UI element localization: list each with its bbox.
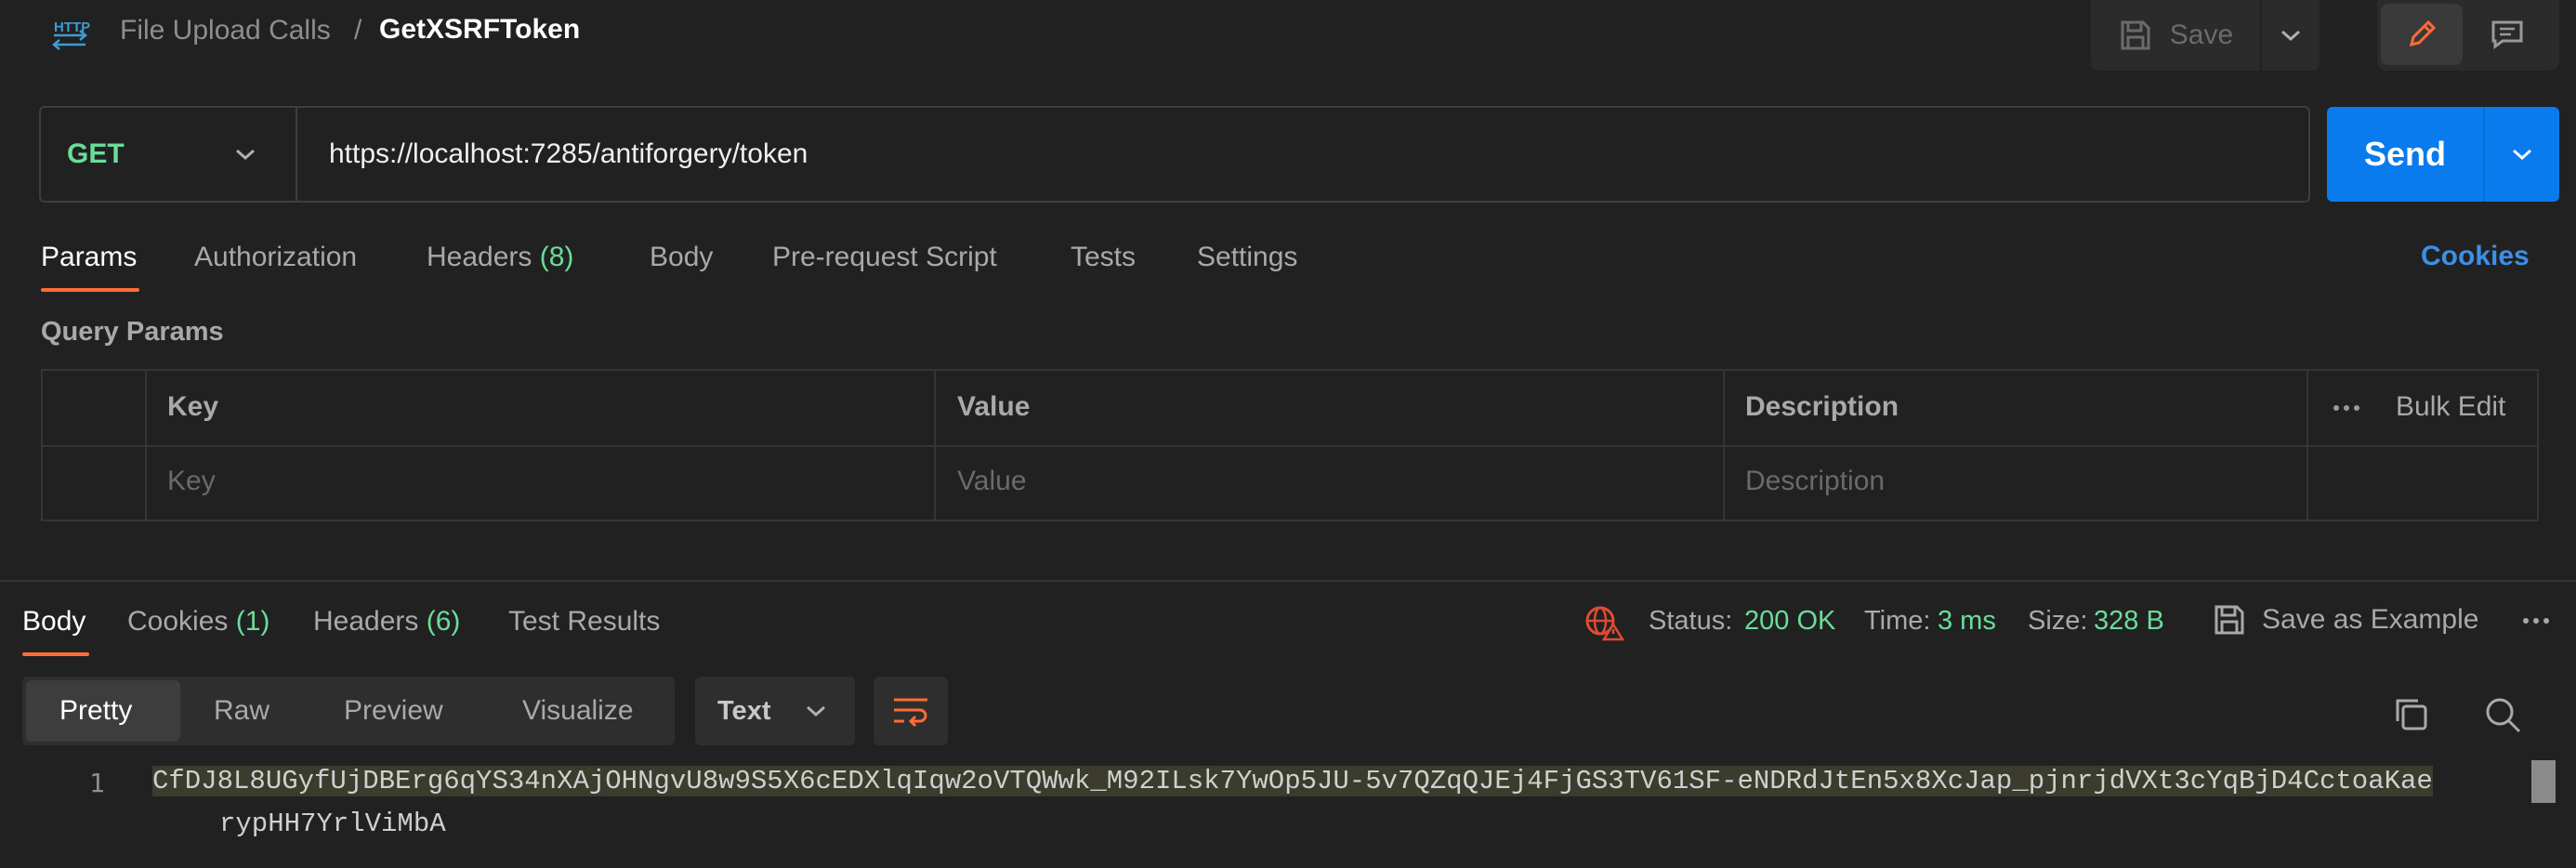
response-body-line[interactable]: CfDJ8L8UGyfUjDBErg6qYS34nXAjOHNgvU8w9S5X…	[152, 766, 2433, 796]
chevron-down-icon	[805, 704, 827, 717]
method-label: GET	[67, 138, 125, 169]
tab-active-indicator	[41, 288, 139, 292]
tab-count: (6)	[426, 606, 461, 637]
response-tab-cookies[interactable]: Cookies (1)	[127, 606, 269, 638]
mode-toggle	[2377, 0, 2559, 71]
tab-label: Pre-request Script	[772, 242, 997, 272]
description-input[interactable]: Description	[1745, 466, 1885, 497]
tab-params[interactable]: Params	[41, 242, 137, 273]
comment-icon	[2490, 17, 2525, 52]
wrap-icon	[891, 694, 930, 728]
tab-label: Params	[41, 242, 138, 272]
search-icon[interactable]	[2483, 695, 2522, 734]
status-label: Status:	[1649, 606, 1733, 636]
save-group: Save	[2091, 0, 2320, 71]
response-tab-test-results[interactable]: Test Results	[508, 606, 660, 638]
tab-label: Settings	[1197, 242, 1298, 272]
bulk-edit-button[interactable]: Bulk Edit	[2396, 391, 2505, 423]
view-pretty[interactable]: Pretty	[59, 695, 132, 727]
query-params-table: Key Value Description Bulk Edit Key Valu…	[41, 369, 2539, 521]
more-icon[interactable]	[2520, 610, 2552, 632]
edit-mode-button[interactable]	[2381, 4, 2463, 65]
globe-error-icon[interactable]	[1584, 602, 1624, 641]
save-options-button[interactable]	[2262, 0, 2320, 71]
row-divider	[43, 445, 2537, 447]
tab-label: Test Results	[508, 606, 661, 637]
breadcrumb-separator: /	[354, 15, 362, 46]
save-icon	[2212, 602, 2247, 638]
tab-pre-request-script[interactable]: Pre-request Script	[772, 242, 997, 273]
tab-label: Body	[650, 242, 714, 272]
pencil-icon	[2404, 17, 2439, 52]
key-input[interactable]: Key	[167, 466, 216, 497]
http-icon: HTTP	[48, 15, 91, 56]
tab-count: (1)	[235, 606, 270, 637]
column-header-description: Description	[1745, 391, 1899, 422]
format-select[interactable]: Text	[695, 677, 855, 745]
tab-body[interactable]: Body	[650, 242, 713, 273]
line-number: 1	[89, 768, 105, 798]
format-label: Text	[717, 695, 771, 726]
save-as-example-label: Save as Example	[2262, 604, 2479, 635]
cookies-link[interactable]: Cookies	[2421, 241, 2530, 272]
url-bar: GET https://localhost:7285/antiforgery/t…	[39, 106, 2310, 203]
chevron-down-icon	[234, 148, 256, 161]
save-as-example-button[interactable]: Save as Example	[2212, 602, 2478, 638]
breadcrumb-parent[interactable]: File Upload Calls	[120, 15, 331, 46]
view-raw[interactable]: Raw	[214, 695, 269, 727]
tab-headers[interactable]: Headers (8)	[427, 242, 573, 273]
size-label: Size:	[2028, 606, 2088, 636]
tab-count: (8)	[539, 242, 574, 272]
copy-icon[interactable]	[2392, 695, 2429, 732]
value-input[interactable]: Value	[957, 466, 1027, 497]
column-header-value: Value	[957, 391, 1031, 422]
time-label: Time:	[1864, 606, 1931, 636]
tab-label: Cookies	[127, 606, 229, 637]
status-value[interactable]: 200 OK	[1744, 606, 1835, 637]
send-button[interactable]: Send	[2327, 107, 2485, 202]
comments-button[interactable]	[2466, 4, 2548, 65]
http-badge-text: HTTP	[54, 20, 90, 35]
save-label: Save	[2169, 20, 2234, 50]
view-mode-toggle: Pretty Raw Preview Visualize	[22, 677, 675, 745]
wrap-lines-button[interactable]	[874, 677, 948, 745]
send-options-button[interactable]	[2485, 107, 2559, 202]
save-icon	[2118, 18, 2153, 53]
request-name[interactable]: GetXSRFToken	[379, 14, 580, 46]
time-value[interactable]: 3 ms	[1938, 606, 1996, 637]
tab-label: Headers	[427, 242, 532, 272]
view-visualize[interactable]: Visualize	[522, 695, 634, 727]
response-tab-indicator	[22, 652, 89, 656]
response-tab-headers[interactable]: Headers (6)	[313, 606, 460, 638]
chevron-down-icon	[2280, 29, 2302, 42]
tab-label: Headers	[313, 606, 419, 637]
response-body-line-wrap[interactable]: rypHH7YrlViMbA	[219, 809, 446, 839]
pane-divider[interactable]	[0, 580, 2576, 582]
method-select[interactable]: GET	[41, 108, 297, 201]
query-params-title: Query Params	[41, 317, 224, 347]
tab-settings[interactable]: Settings	[1197, 242, 1297, 273]
tab-authorization[interactable]: Authorization	[194, 242, 357, 273]
column-header-key: Key	[167, 391, 219, 422]
send-group: Send	[2327, 107, 2559, 202]
response-tab-body[interactable]: Body	[22, 606, 85, 638]
chevron-down-icon	[2511, 148, 2533, 161]
save-button[interactable]: Save	[2091, 0, 2262, 71]
url-input[interactable]: https://localhost:7285/antiforgery/token	[297, 138, 808, 170]
tab-label: Tests	[1071, 242, 1137, 272]
tab-label: Body	[22, 606, 86, 637]
size-value[interactable]: 328 B	[2094, 606, 2164, 637]
more-icon[interactable]	[2331, 397, 2362, 419]
text-cursor	[2531, 760, 2556, 803]
view-preview[interactable]: Preview	[344, 695, 443, 727]
tab-label: Authorization	[194, 242, 358, 272]
tab-tests[interactable]: Tests	[1071, 242, 1136, 273]
